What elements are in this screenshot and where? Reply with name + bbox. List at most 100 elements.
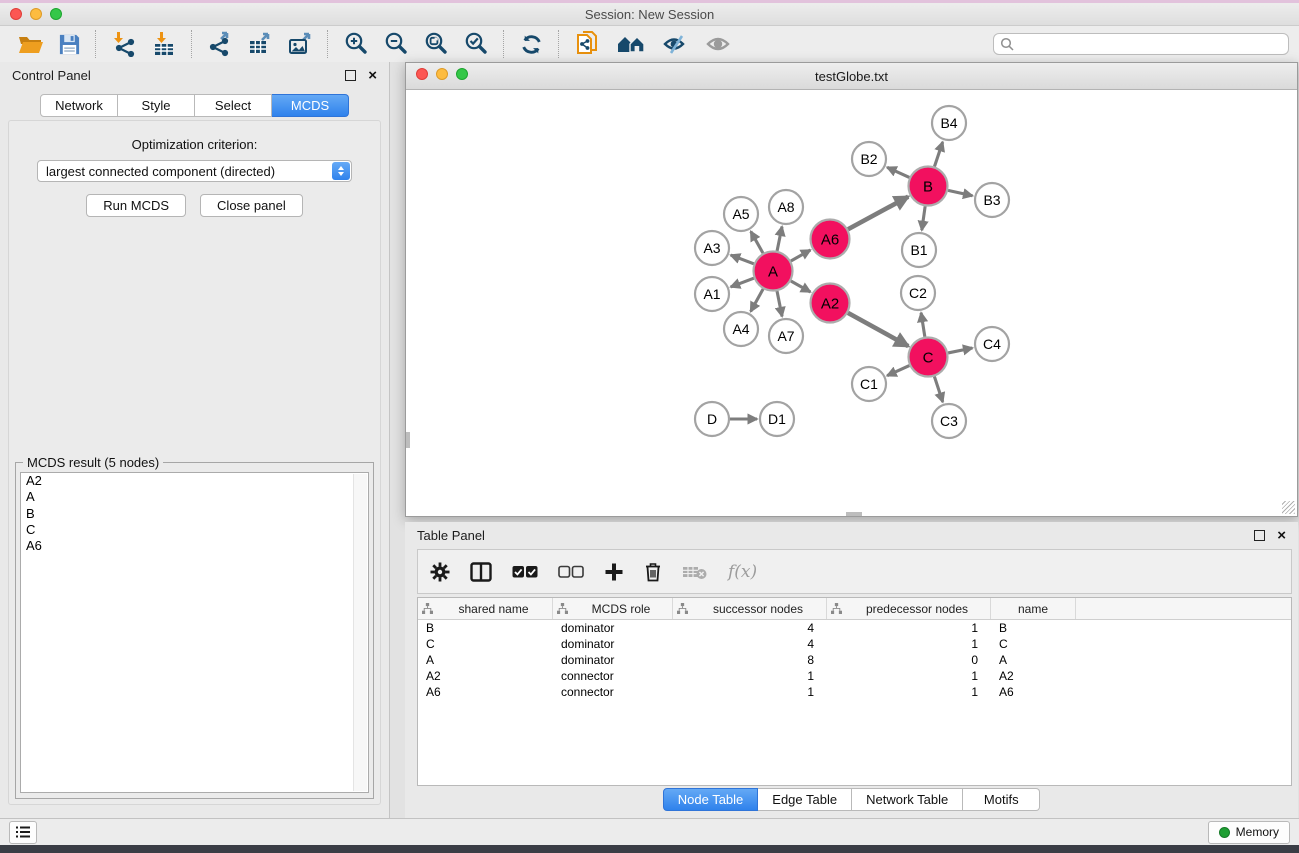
- vertical-scroll-indicator[interactable]: [406, 432, 410, 448]
- network-graph[interactable]: AA1A2A3A4A5A6A7A8BB1B2B3B4CC1C2C3C4DD1: [406, 90, 1297, 516]
- close-panel-icon[interactable]: ×: [368, 71, 377, 80]
- run-mcds-button[interactable]: Run MCDS: [86, 194, 186, 217]
- graph-node-A3[interactable]: A3: [695, 231, 729, 265]
- graph-node-C2[interactable]: C2: [901, 276, 935, 310]
- search-input[interactable]: [1018, 36, 1282, 52]
- tab-node-table[interactable]: Node Table: [663, 788, 759, 811]
- horizontal-scroll-indicator[interactable]: [846, 512, 862, 516]
- edge-A-A4[interactable]: [751, 289, 763, 312]
- graph-node-D[interactable]: D: [695, 402, 729, 436]
- duplicate-network-button[interactable]: [567, 29, 609, 59]
- network-window-titlebar[interactable]: testGlobe.txt: [406, 63, 1297, 90]
- table-row[interactable]: A2connector11A2: [418, 668, 1291, 684]
- close-panel-button[interactable]: Close panel: [200, 194, 303, 217]
- zoom-fit-button[interactable]: [416, 29, 456, 59]
- function-builder-button[interactable]: f(x): [728, 562, 757, 582]
- close-network-button[interactable]: [416, 68, 428, 80]
- show-column-panel-button[interactable]: [470, 562, 492, 582]
- edge-A-A6[interactable]: [791, 250, 811, 261]
- tab-select[interactable]: Select: [195, 94, 272, 117]
- import-network-button[interactable]: [104, 29, 144, 59]
- tab-style[interactable]: Style: [118, 94, 195, 117]
- zoom-window-button[interactable]: [50, 8, 62, 20]
- graph-node-C4[interactable]: C4: [975, 327, 1009, 361]
- edge-B-B1[interactable]: [922, 206, 925, 230]
- edge-A2-C[interactable]: [848, 313, 908, 346]
- zoom-in-button[interactable]: [336, 29, 376, 59]
- table-row[interactable]: Cdominator41C: [418, 636, 1291, 652]
- graph-node-A7[interactable]: A7: [769, 319, 803, 353]
- result-list-scrollbar[interactable]: [353, 474, 367, 791]
- edge-B-B2[interactable]: [887, 167, 909, 177]
- task-history-button[interactable]: [9, 821, 37, 844]
- result-list-item[interactable]: B: [21, 506, 368, 522]
- app-titlebar[interactable]: Session: New Session: [0, 3, 1299, 26]
- edge-A-A5[interactable]: [751, 231, 763, 253]
- table-row[interactable]: A6connector11A6: [418, 684, 1291, 700]
- edge-A-A1[interactable]: [731, 278, 754, 287]
- close-window-button[interactable]: [10, 8, 22, 20]
- mcds-result-list[interactable]: A2ABCA6: [20, 472, 369, 793]
- select-all-rows-button[interactable]: [512, 565, 538, 579]
- refresh-layout-button[interactable]: [512, 29, 551, 59]
- graph-node-C[interactable]: C: [909, 338, 948, 377]
- edge-B-B3[interactable]: [948, 190, 972, 195]
- graph-node-A6[interactable]: A6: [811, 220, 850, 259]
- edge-C-C2[interactable]: [921, 313, 925, 337]
- delete-table-button[interactable]: [682, 564, 708, 580]
- result-list-item[interactable]: A6: [21, 538, 368, 554]
- resize-grip[interactable]: [1282, 501, 1295, 514]
- memory-button[interactable]: Memory: [1208, 821, 1290, 844]
- close-panel-icon[interactable]: ×: [1277, 531, 1286, 540]
- graph-node-C3[interactable]: C3: [932, 404, 966, 438]
- graph-node-B4[interactable]: B4: [932, 106, 966, 140]
- deselect-all-rows-button[interactable]: [558, 565, 584, 579]
- graph-node-A4[interactable]: A4: [724, 312, 758, 346]
- graph-node-D1[interactable]: D1: [760, 402, 794, 436]
- graph-node-A5[interactable]: A5: [724, 197, 758, 231]
- export-network-button[interactable]: [200, 29, 240, 59]
- result-list-item[interactable]: C: [21, 522, 368, 538]
- graph-node-C1[interactable]: C1: [852, 367, 886, 401]
- open-session-button[interactable]: [10, 29, 51, 59]
- graph-node-A1[interactable]: A1: [695, 277, 729, 311]
- search-field[interactable]: [993, 33, 1289, 55]
- column-header-shared-name[interactable]: shared name: [418, 598, 553, 619]
- result-list-item[interactable]: A: [21, 489, 368, 505]
- graph-node-B2[interactable]: B2: [852, 142, 886, 176]
- minimize-window-button[interactable]: [30, 8, 42, 20]
- edge-C-C1[interactable]: [887, 366, 909, 376]
- result-list-item[interactable]: A2: [21, 473, 368, 489]
- column-header-MCDS-role[interactable]: MCDS role: [553, 598, 673, 619]
- tab-network[interactable]: Network: [40, 94, 118, 117]
- home-button[interactable]: [609, 29, 655, 59]
- tab-network-table[interactable]: Network Table: [852, 788, 963, 811]
- table-row[interactable]: Bdominator41B: [418, 620, 1291, 636]
- tab-edge-table[interactable]: Edge Table: [758, 788, 852, 811]
- edge-A6-B[interactable]: [848, 197, 908, 230]
- graph-node-A2[interactable]: A2: [811, 284, 850, 323]
- column-header-name[interactable]: name: [991, 598, 1076, 619]
- zoom-network-button[interactable]: [456, 68, 468, 80]
- float-panel-icon[interactable]: [1254, 530, 1265, 541]
- graph-node-B[interactable]: B: [909, 167, 948, 206]
- zoom-selected-button[interactable]: [456, 29, 496, 59]
- export-table-button[interactable]: [240, 29, 280, 59]
- edge-C-C4[interactable]: [948, 348, 972, 353]
- zoom-out-button[interactable]: [376, 29, 416, 59]
- edge-A-A2[interactable]: [791, 281, 811, 292]
- criterion-dropdown[interactable]: largest connected component (directed): [37, 160, 352, 182]
- graph-node-A[interactable]: A: [754, 252, 793, 291]
- network-canvas[interactable]: AA1A2A3A4A5A6A7A8BB1B2B3B4CC1C2C3C4DD1: [406, 90, 1297, 516]
- delete-columns-button[interactable]: [644, 562, 662, 582]
- edge-A-A7[interactable]: [777, 291, 782, 316]
- graph-node-B1[interactable]: B1: [902, 233, 936, 267]
- edge-A-A8[interactable]: [777, 227, 782, 251]
- tab-motifs[interactable]: Motifs: [963, 788, 1040, 811]
- table-row[interactable]: Adominator80A: [418, 652, 1291, 668]
- edge-A-A3[interactable]: [731, 255, 754, 264]
- export-image-button[interactable]: [280, 29, 320, 59]
- column-header-predecessor-nodes[interactable]: predecessor nodes: [827, 598, 991, 619]
- table-settings-button[interactable]: [430, 562, 450, 582]
- add-column-button[interactable]: [604, 562, 624, 582]
